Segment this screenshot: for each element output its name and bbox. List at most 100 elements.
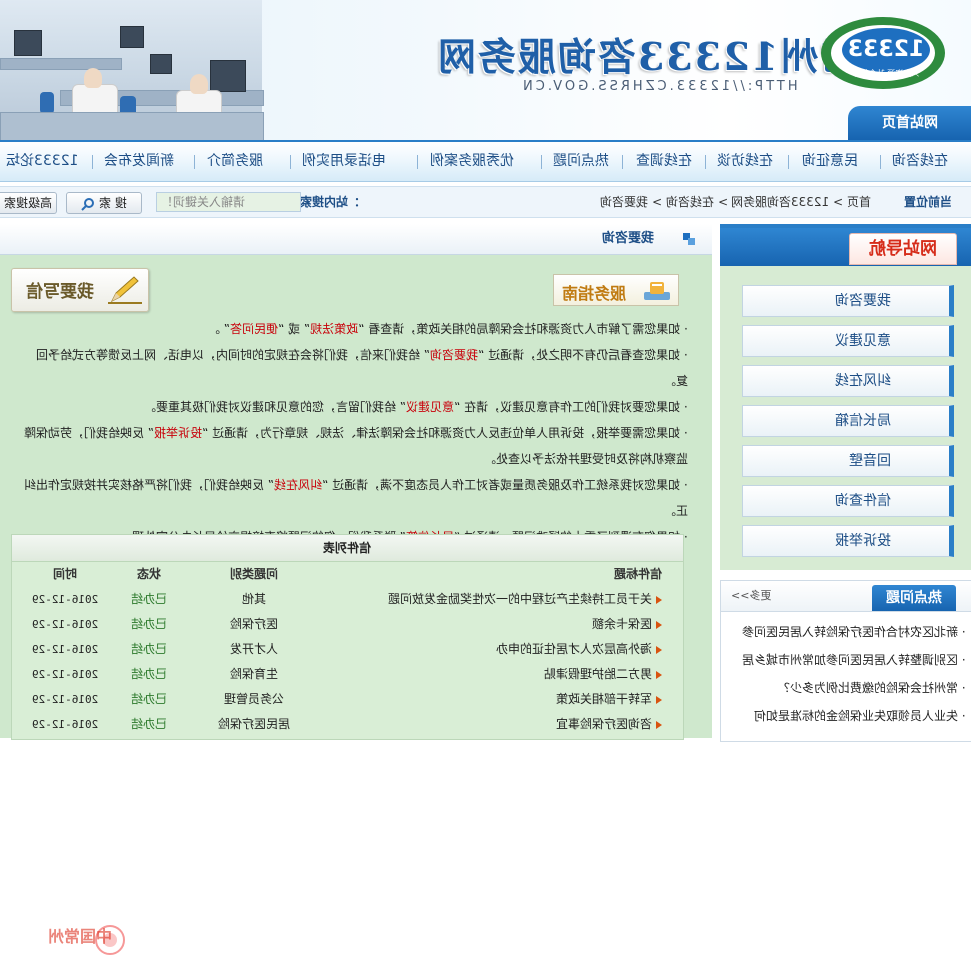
letter-status: 已办结: [130, 592, 167, 606]
letter-type: 人才开发: [229, 642, 278, 656]
letter-time: 2016-12-29: [31, 718, 99, 731]
main-header: 我要咨询: [0, 224, 712, 255]
main-content: 我要咨询 我要写信 服务指南 · 如果您需了解市人力资源和社会保障局的相关政策，…: [0, 224, 712, 955]
arrow-icon: [656, 670, 662, 679]
guide-text: 监察机构将及时受理并依法予以查处。: [483, 452, 688, 466]
write-letter-label: 我要写信: [26, 282, 94, 302]
site-title: 常州12333咨询服务网: [436, 34, 859, 79]
nav-item-press-conference[interactable]: 新闻发布会: [104, 142, 174, 181]
letter-list-columns: 信件标题 问题类别 状态 时间: [12, 562, 683, 587]
hot-issue-item[interactable]: · 常州社会保险的缴费比例为多少？: [731, 673, 966, 703]
letter-title[interactable]: 关于员工持续生产过程中的一次性奖励金发放问题: [372, 587, 662, 612]
guide-line: 监察机构将及时受理并依法予以查处。: [22, 446, 688, 472]
hot-issue-item[interactable]: · 失业人员领取失业保险金的标准是如何: [731, 701, 966, 731]
guide-link[interactable]: 我要咨询: [430, 342, 478, 368]
hot-issue-item[interactable]: · 新北区农村合作医疗保险转入居民医问参: [731, 617, 966, 647]
service-guide-list: · 如果您需了解市人力资源和社会保障局的相关政策，请查看 “政策法规” 或 “便…: [22, 316, 688, 550]
letter-title[interactable]: 海外高层次人才居住证的申办: [372, 637, 662, 662]
hot-issues-title: 热点问题: [872, 585, 956, 611]
guide-link[interactable]: 投诉举报: [154, 420, 202, 446]
home-tab[interactable]: 网站首页: [848, 106, 971, 140]
site-header: 常州12333咨询服务网 HTTP://12333.CZHRSS.GOV.CN …: [0, 0, 971, 140]
write-letter-button[interactable]: 我要写信: [11, 268, 149, 312]
nav-item-hot-issues[interactable]: 热点问题: [553, 142, 609, 181]
guide-text: ” 给我们来信，我们将会在规定的时间内，以电话、网上反馈等方式给予回: [36, 348, 431, 362]
table-row[interactable]: 男方二胎护理假津贴 生育保险 已办结 2016-12-29: [12, 662, 683, 687]
nav-item-online-interview[interactable]: 在线访谈: [717, 142, 773, 181]
handshake-icon: [644, 282, 670, 300]
site-navigation-title: 网站导航: [849, 233, 957, 265]
guide-text: · 如果您需了解市人力资源和社会保障局的相关政策，请查看 “: [358, 322, 688, 336]
side-nav-jiufeng[interactable]: 纠风在线: [742, 365, 954, 397]
letter-time: 2016-12-29: [31, 618, 99, 631]
nav-item-phone-cases[interactable]: 电话录用实例: [302, 142, 386, 181]
table-row[interactable]: 军转干部相关政策 公务员管理 已办结 2016-12-29: [12, 687, 683, 712]
table-row[interactable]: 医保卡余额 医疗保险 已办结 2016-12-29: [12, 612, 683, 637]
nav-item-online-consult[interactable]: 在线咨询: [892, 142, 948, 181]
search-button[interactable]: 搜 索: [66, 192, 142, 214]
logo-number: 12333: [848, 37, 925, 62]
hot-issues-more-link[interactable]: 更多>>: [731, 581, 771, 611]
letter-title[interactable]: 咨询医疗保险事宜: [372, 712, 662, 737]
letter-status: 已办结: [130, 717, 167, 731]
page-title: 我要咨询: [602, 231, 655, 246]
letter-title[interactable]: 医保卡余额: [372, 612, 662, 637]
section-icon: [683, 233, 695, 245]
table-row[interactable]: 海外高层次人才居住证的申办 人才开发 已办结 2016-12-29: [12, 637, 683, 662]
nav-item-public-opinion[interactable]: 民意征询: [802, 142, 858, 181]
nav-item-forum[interactable]: 12333论坛: [6, 142, 79, 181]
column-title: 信件标题: [613, 567, 662, 581]
side-nav-complaint[interactable]: 投诉举报: [742, 525, 954, 557]
nav-item-service-intro[interactable]: 服务简介: [207, 142, 263, 181]
arrow-icon: [656, 720, 662, 729]
letter-rows: 关于员工持续生产过程中的一次性奖励金发放问题 其他 已办结 2016-12-29 医保卡…: [12, 587, 683, 737]
site-navigation-header: 网站导航: [720, 228, 971, 266]
hot-issue-item[interactable]: · 区别调整转入居民医问参加常州市城乡居: [731, 645, 966, 675]
service-guide-badge[interactable]: 服务指南: [553, 274, 679, 306]
guide-line: · 如果您需要举报，投诉用人单位违反人力资源和社会保障法律、法规、规章行为，请通…: [22, 420, 688, 446]
side-nav-echo-wall[interactable]: 回音壁: [742, 445, 954, 477]
search-input[interactable]: 请输入关键词！: [156, 192, 301, 212]
service-guide-label: 服务指南: [562, 284, 627, 303]
breadcrumb-current: 我要咨询: [600, 195, 649, 209]
side-nav-letter-query[interactable]: 信件查询: [742, 485, 954, 517]
letter-list-heading: 信件列表: [12, 535, 683, 562]
table-row[interactable]: 关于员工持续生产过程中的一次性奖励金发放问题 其他 已办结 2016-12-29: [12, 587, 683, 612]
guide-link[interactable]: 纠风在线: [274, 472, 322, 498]
column-type: 问题类别: [229, 567, 278, 581]
letter-status: 已办结: [130, 667, 167, 681]
letter-time: 2016-12-29: [31, 668, 99, 681]
search-icon: [81, 197, 95, 211]
advanced-search-button[interactable]: 高级搜索: [0, 192, 57, 214]
arrow-icon: [656, 645, 662, 654]
breadcrumb-service-net[interactable]: 12333咨询服务网: [731, 187, 829, 217]
guide-link[interactable]: 便民问答: [230, 316, 278, 342]
letter-time: 2016-12-29: [31, 643, 99, 656]
right-sidebar: 网站导航 我要咨询 意见建议 纠风在线 局长信箱 回音壁 信件查询 投诉举报 热…: [720, 224, 971, 742]
guide-line: · 如果您要对我们的工作有意见建议，请在 “意见建议” 给我们留言，您的意见和建…: [22, 394, 688, 420]
nav-item-online-survey[interactable]: 在线调查: [636, 142, 692, 181]
arrow-icon: [656, 695, 662, 704]
guide-link[interactable]: 政策法规: [310, 316, 358, 342]
table-row[interactable]: 咨询医疗保险事宜 居民医疗保险 已办结 2016-12-29: [12, 712, 683, 737]
letter-type: 医疗保险: [229, 617, 278, 631]
side-nav-consult[interactable]: 我要咨询: [742, 285, 954, 317]
side-nav-director-mailbox[interactable]: 局长信箱: [742, 405, 954, 437]
letter-type: 居民医疗保险: [217, 717, 290, 731]
guide-line: · 如果您需了解市人力资源和社会保障局的相关政策，请查看 “政策法规” 或 “便…: [22, 316, 688, 342]
side-nav-suggestion[interactable]: 意见建议: [742, 325, 954, 357]
breadcrumb-home[interactable]: 首页: [847, 187, 871, 217]
site-url: HTTP://12333.CZHRSS.GOV.CN: [520, 79, 798, 94]
guide-line: 复。: [22, 368, 688, 394]
column-time: 时间: [52, 567, 77, 581]
column-status: 状态: [136, 567, 161, 581]
breadcrumb-online-consult[interactable]: 在线咨询: [666, 187, 714, 217]
guide-link[interactable]: 意见建议: [406, 394, 454, 420]
nav-item-service-cases[interactable]: 优秀服务案例: [430, 142, 514, 181]
letter-title[interactable]: 男方二胎护理假津贴: [372, 662, 662, 687]
hot-issues-panel: 热点问题 更多>> · 新北区农村合作医疗保险转入居民医问参 · 区别调整转入居…: [720, 580, 971, 742]
12333-logo[interactable]: 12333 人力资源 社会保障: [818, 14, 948, 92]
guide-text: ” 给我们留言，您的意见和建议对我们极其重要。: [144, 400, 407, 414]
guide-text: · 如果您查看后仍有不明之处，请通过 “: [478, 348, 688, 362]
letter-title[interactable]: 军转干部相关政策: [372, 687, 662, 712]
